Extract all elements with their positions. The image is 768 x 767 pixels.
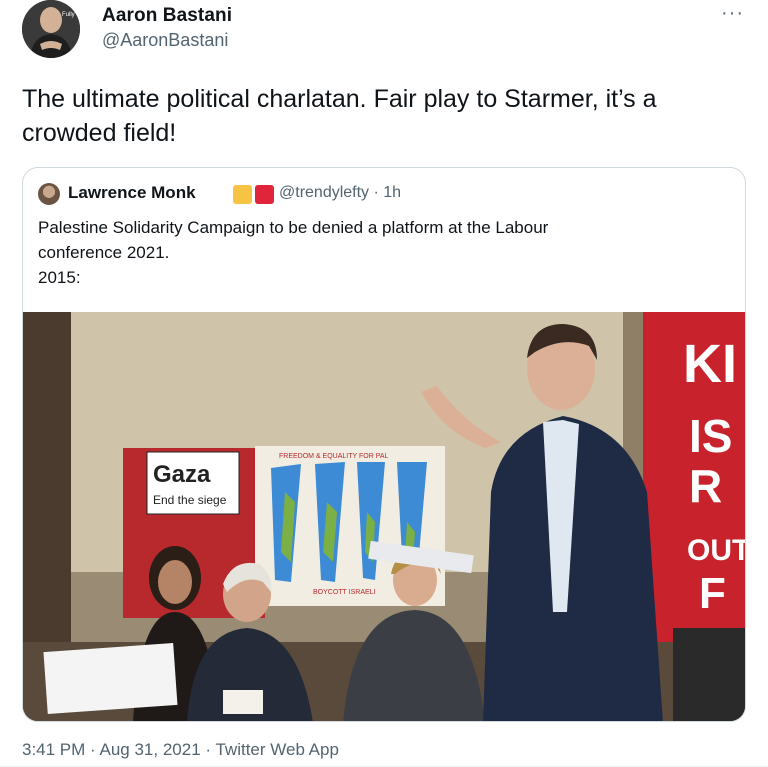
- quoted-tweet-text: Palestine Solidarity Campaign to be deni…: [38, 215, 728, 290]
- meta-separator: ·: [205, 740, 216, 759]
- banner-line: R: [689, 460, 722, 512]
- more-horizontal-icon[interactable]: ···: [721, 3, 744, 23]
- author-avatar[interactable]: Fully: [22, 0, 80, 58]
- avatar-photo: Fully: [22, 0, 80, 58]
- meta-separator: ·: [90, 740, 100, 759]
- tweet-text: The ultimate political charlatan. Fair p…: [22, 85, 657, 147]
- banner-line: KI: [683, 334, 737, 394]
- quoted-text-line: Palestine Solidarity Campaign to be deni…: [38, 218, 549, 237]
- red-square-emoji-icon: [255, 185, 274, 204]
- tweet-meta: 3:41 PM · Aug 31, 2021 · Twitter Web App: [22, 740, 339, 760]
- poster-bottom-text: BOYCOTT ISRAELI: [313, 589, 376, 596]
- yellow-square-emoji-icon: [233, 185, 252, 204]
- tweet-time[interactable]: 3:41 PM: [22, 740, 85, 759]
- quoted-tweet[interactable]: Lawrence Monk @trendylefty · 1h Palestin…: [22, 167, 746, 722]
- banner-line: F: [699, 569, 726, 618]
- author-name[interactable]: Aaron Bastani: [102, 5, 232, 27]
- banner-line: IS: [689, 410, 732, 462]
- tweet-header: Fully Aaron Bastani @AaronBastani ···: [22, 0, 746, 64]
- banner-line: OUT: [687, 534, 746, 567]
- quoted-author-avatar[interactable]: [38, 183, 60, 205]
- poster-top-text: FREEDOM & EQUALITY FOR PAL: [279, 453, 389, 460]
- sign-gaza-subtitle: End the siege: [153, 493, 227, 507]
- quoted-text-line: conference 2021.: [38, 243, 170, 262]
- quoted-handle-time[interactable]: @trendylefty · 1h: [279, 184, 401, 202]
- quoted-text-line: 2015:: [38, 268, 81, 287]
- avatar-badge-text: Fully: [62, 12, 75, 18]
- quoted-tweet-header: Lawrence Monk @trendylefty · 1h: [38, 182, 738, 206]
- quoted-tweet-photo[interactable]: Gaza End the siege FREEDOM & EQUALITY FO…: [23, 312, 746, 721]
- tweet: Fully Aaron Bastani @AaronBastani ··· Th…: [0, 0, 768, 767]
- photo-scene: Gaza End the siege FREEDOM & EQUALITY FO…: [23, 312, 746, 721]
- sign-gaza-word: Gaza: [153, 461, 211, 488]
- quoted-author-name[interactable]: Lawrence Monk: [68, 183, 196, 203]
- author-handle[interactable]: @AaronBastani: [102, 30, 228, 51]
- tweet-source[interactable]: Twitter Web App: [215, 740, 338, 759]
- tweet-date[interactable]: Aug 31, 2021: [100, 740, 201, 759]
